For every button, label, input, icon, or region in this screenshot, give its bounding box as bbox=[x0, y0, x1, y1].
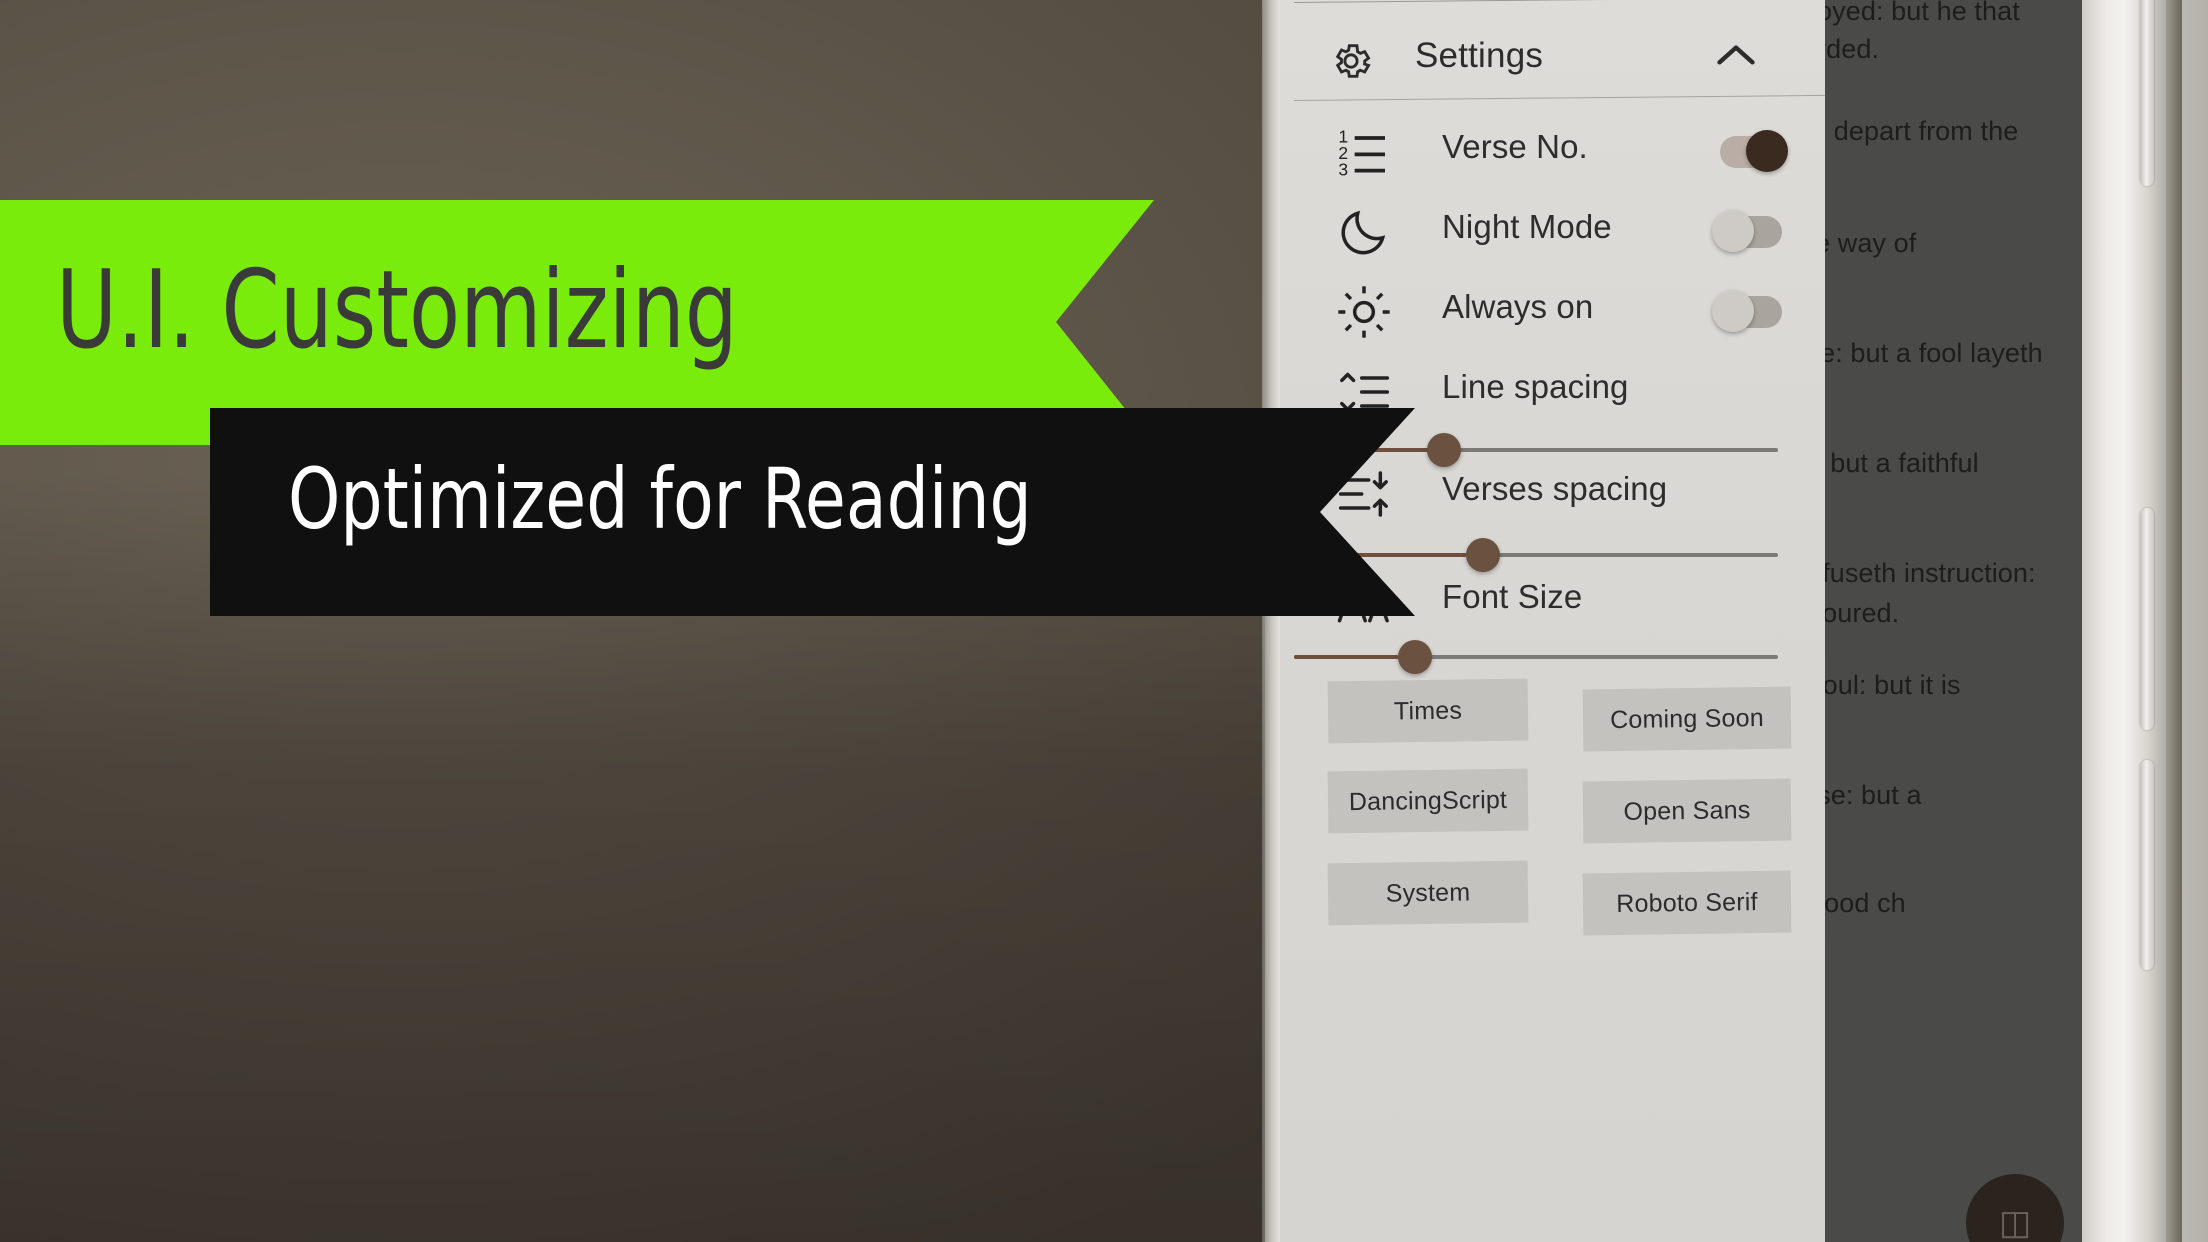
slider-font-size[interactable] bbox=[1280, 640, 1825, 674]
phone-right-frame bbox=[2082, 0, 2170, 1242]
toggle-verse-no[interactable] bbox=[1712, 130, 1790, 172]
moon-icon bbox=[1341, 210, 1386, 255]
setting-label: Font Size bbox=[1442, 578, 1583, 615]
promo-banner-secondary: Optimized for Reading bbox=[210, 408, 1415, 616]
reader-text-line: ge: but a fool layeth bbox=[1825, 338, 2043, 368]
font-button-system[interactable]: System bbox=[1327, 860, 1529, 926]
font-button-times[interactable]: Times bbox=[1327, 678, 1529, 744]
phone-right-edge bbox=[2166, 0, 2182, 1242]
gear-icon bbox=[1335, 44, 1371, 78]
cube-icon: ◫ bbox=[1998, 1204, 2032, 1242]
reader-text-line: : but a faithful bbox=[1825, 448, 1979, 478]
font-button-roboto-serif[interactable]: Roboto Serif bbox=[1582, 870, 1792, 936]
reader-text-line: e way of bbox=[1825, 228, 1917, 258]
svg-text:3: 3 bbox=[1338, 159, 1348, 179]
reader-pane: oyed: but he that rded. o depart from th… bbox=[1825, 0, 2083, 1242]
setting-label: Verses spacing bbox=[1442, 470, 1668, 507]
setting-label: Line spacing bbox=[1442, 368, 1629, 405]
setting-label: Always on bbox=[1442, 288, 1594, 325]
panel-top-divider bbox=[1293, 0, 1825, 3]
settings-panel: Settings 1 2 3 Verse No. Night Mode Alwa… bbox=[1280, 0, 1825, 1242]
reader-text-line: rded. bbox=[1825, 34, 1880, 64]
brightness-icon bbox=[1338, 286, 1390, 338]
slider-knob[interactable] bbox=[1398, 640, 1432, 674]
reader-text-line: efuseth instruction: bbox=[1825, 558, 2036, 588]
screenshot-root: oyed: but he that rded. o depart from th… bbox=[0, 0, 2208, 1242]
reader-text-line: o depart from the bbox=[1825, 116, 2019, 146]
reader-text-line: houred. bbox=[1825, 598, 1900, 628]
font-button-dancingscript[interactable]: DancingScript bbox=[1327, 768, 1529, 834]
setting-row-night-mode[interactable]: Night Mode bbox=[1280, 198, 1825, 278]
setting-row-verses-spacing[interactable]: Verses spacing bbox=[1280, 460, 1825, 540]
toggle-thumb bbox=[1746, 130, 1788, 172]
slider-knob[interactable] bbox=[1466, 538, 1500, 572]
settings-header[interactable]: Settings bbox=[1280, 14, 1825, 102]
toggle-night-mode[interactable] bbox=[1712, 210, 1790, 252]
promo-subhead: Optimized for Reading bbox=[288, 450, 1032, 548]
toggle-always-on[interactable] bbox=[1712, 290, 1790, 332]
volume-down-button[interactable] bbox=[2140, 760, 2154, 970]
promo-headline: U.I. Customizing bbox=[56, 248, 738, 373]
setting-row-verse-no[interactable]: 1 2 3 Verse No. bbox=[1280, 118, 1825, 198]
reader-text-line: ise: but a bbox=[1825, 780, 1922, 810]
chevron-up-icon[interactable] bbox=[1714, 40, 1758, 70]
reader-text-line: oyed: but he that bbox=[1825, 0, 2020, 26]
setting-label: Night Mode bbox=[1442, 208, 1612, 245]
toggle-thumb bbox=[1712, 210, 1754, 252]
reader-text-line: good ch bbox=[1825, 888, 1906, 918]
volume-up-button[interactable] bbox=[2140, 508, 2154, 730]
phone-left-edge bbox=[1262, 0, 1280, 1242]
numbered-list-icon: 1 2 3 bbox=[1338, 127, 1385, 179]
font-button-coming-soon[interactable]: Coming Soon bbox=[1582, 686, 1792, 752]
page-title: Settings bbox=[1415, 36, 1544, 75]
setting-row-always-on[interactable]: Always on bbox=[1280, 278, 1825, 358]
reader-text-line: soul: but it is bbox=[1825, 670, 1961, 700]
setting-label: Verse No. bbox=[1442, 128, 1588, 165]
phone-button-top[interactable] bbox=[2140, 0, 2154, 186]
toggle-thumb bbox=[1712, 290, 1754, 332]
font-button-open-sans[interactable]: Open Sans bbox=[1582, 778, 1792, 844]
slider-fill bbox=[1294, 655, 1398, 659]
